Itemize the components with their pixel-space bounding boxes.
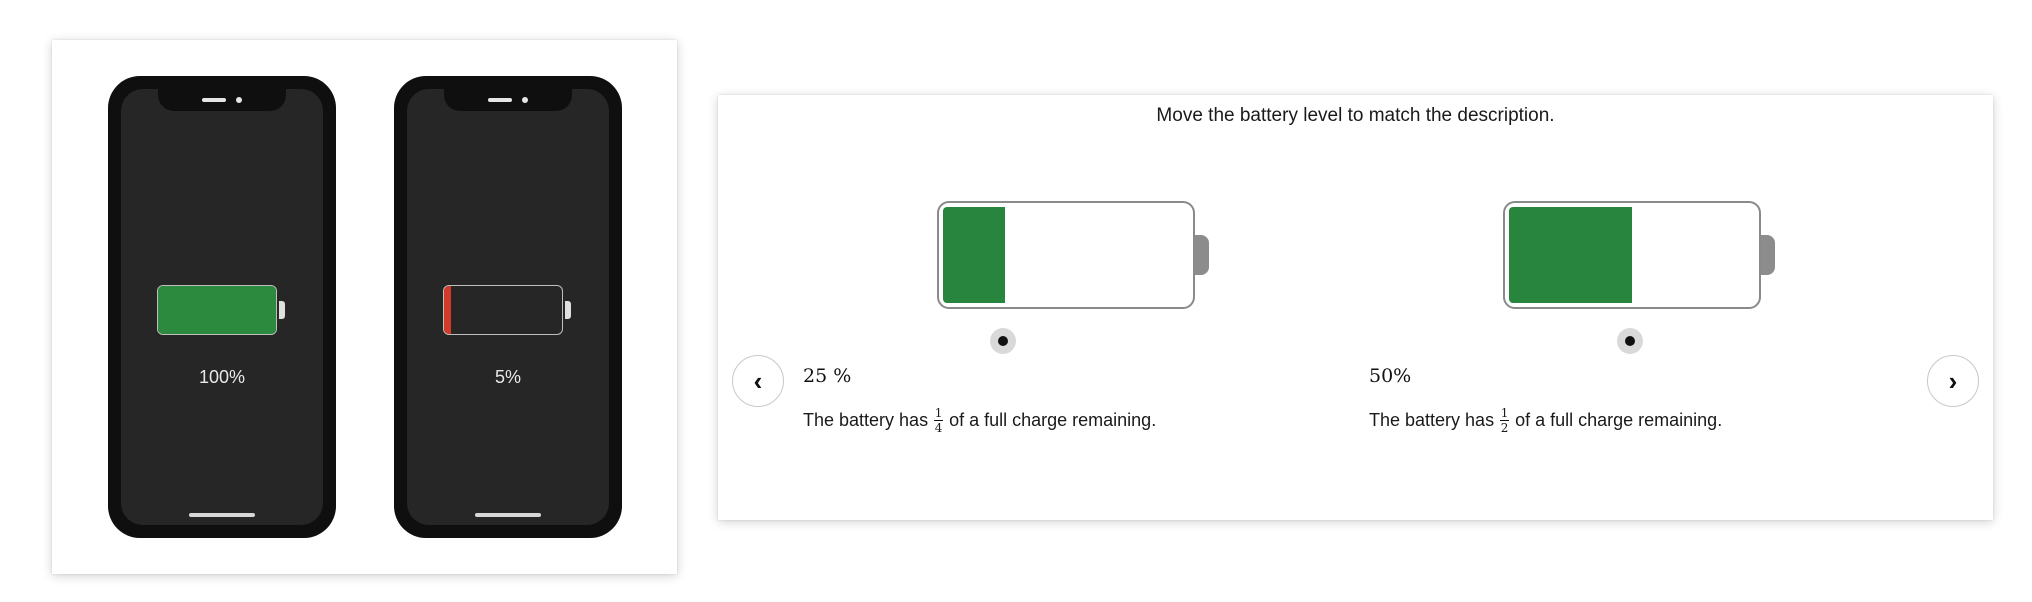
fraction: 1 4 — [934, 406, 944, 435]
battery-tip — [1195, 235, 1209, 275]
fraction-numerator: 1 — [1500, 406, 1509, 420]
phone-notch — [444, 89, 572, 111]
battery-fill — [444, 286, 451, 334]
desc-text-after: of a full charge remaining. — [949, 410, 1157, 430]
battery-level-fill — [943, 207, 1005, 303]
instruction-text: Move the battery level to match the desc… — [1156, 105, 1555, 126]
battery-level-slider-handle[interactable] — [1617, 328, 1643, 354]
battery-gauge-2 — [1503, 201, 1761, 309]
battery-level-slider-handle[interactable] — [990, 328, 1016, 354]
battery-tip — [1761, 235, 1775, 275]
camera-icon — [236, 97, 242, 103]
battery-level-fill — [1509, 207, 1632, 303]
fraction: 1 2 — [1500, 406, 1510, 435]
phone-low: 5% — [394, 76, 622, 538]
battery-tip — [279, 301, 285, 319]
phones-illustration: 100% 5% — [52, 40, 677, 574]
fraction-numerator: 1 — [934, 406, 943, 420]
battery-tip — [565, 301, 571, 319]
speaker-icon — [488, 98, 512, 102]
desc-text-before: The battery has — [803, 410, 929, 430]
fraction-denominator: 4 — [934, 421, 943, 435]
desc-text-before: The battery has — [1369, 410, 1495, 430]
battery-activity: Move the battery level to match the desc… — [718, 95, 1993, 520]
desc-text-after: of a full charge remaining. — [1515, 410, 1723, 430]
chevron-right-icon: › — [1948, 365, 1958, 396]
chevron-left-icon: ‹ — [753, 365, 763, 396]
phone-notch — [158, 89, 286, 111]
phone-screen: 100% — [121, 89, 323, 525]
next-button[interactable]: › — [1927, 355, 1979, 407]
battery-description: The battery has 1 4 of a full charge rem… — [803, 407, 1156, 434]
home-indicator — [475, 513, 541, 517]
phone-full: 100% — [108, 76, 336, 538]
fraction-denominator: 2 — [1500, 421, 1509, 435]
battery-value-label: 50% — [1369, 365, 1412, 387]
phone-screen: 5% — [407, 89, 609, 525]
battery-description: The battery has 1 2 of a full charge rem… — [1369, 407, 1722, 434]
camera-icon — [522, 97, 528, 103]
battery-gauge-1 — [937, 201, 1195, 309]
speaker-icon — [202, 98, 226, 102]
home-indicator — [189, 513, 255, 517]
battery-icon — [157, 285, 277, 335]
battery-value-label: 25 % — [803, 365, 852, 387]
previous-button[interactable]: ‹ — [732, 355, 784, 407]
battery-percent: 5% — [494, 367, 521, 387]
battery-percent: 100% — [198, 367, 246, 387]
battery-fill — [158, 286, 276, 334]
battery-icon — [443, 285, 563, 335]
